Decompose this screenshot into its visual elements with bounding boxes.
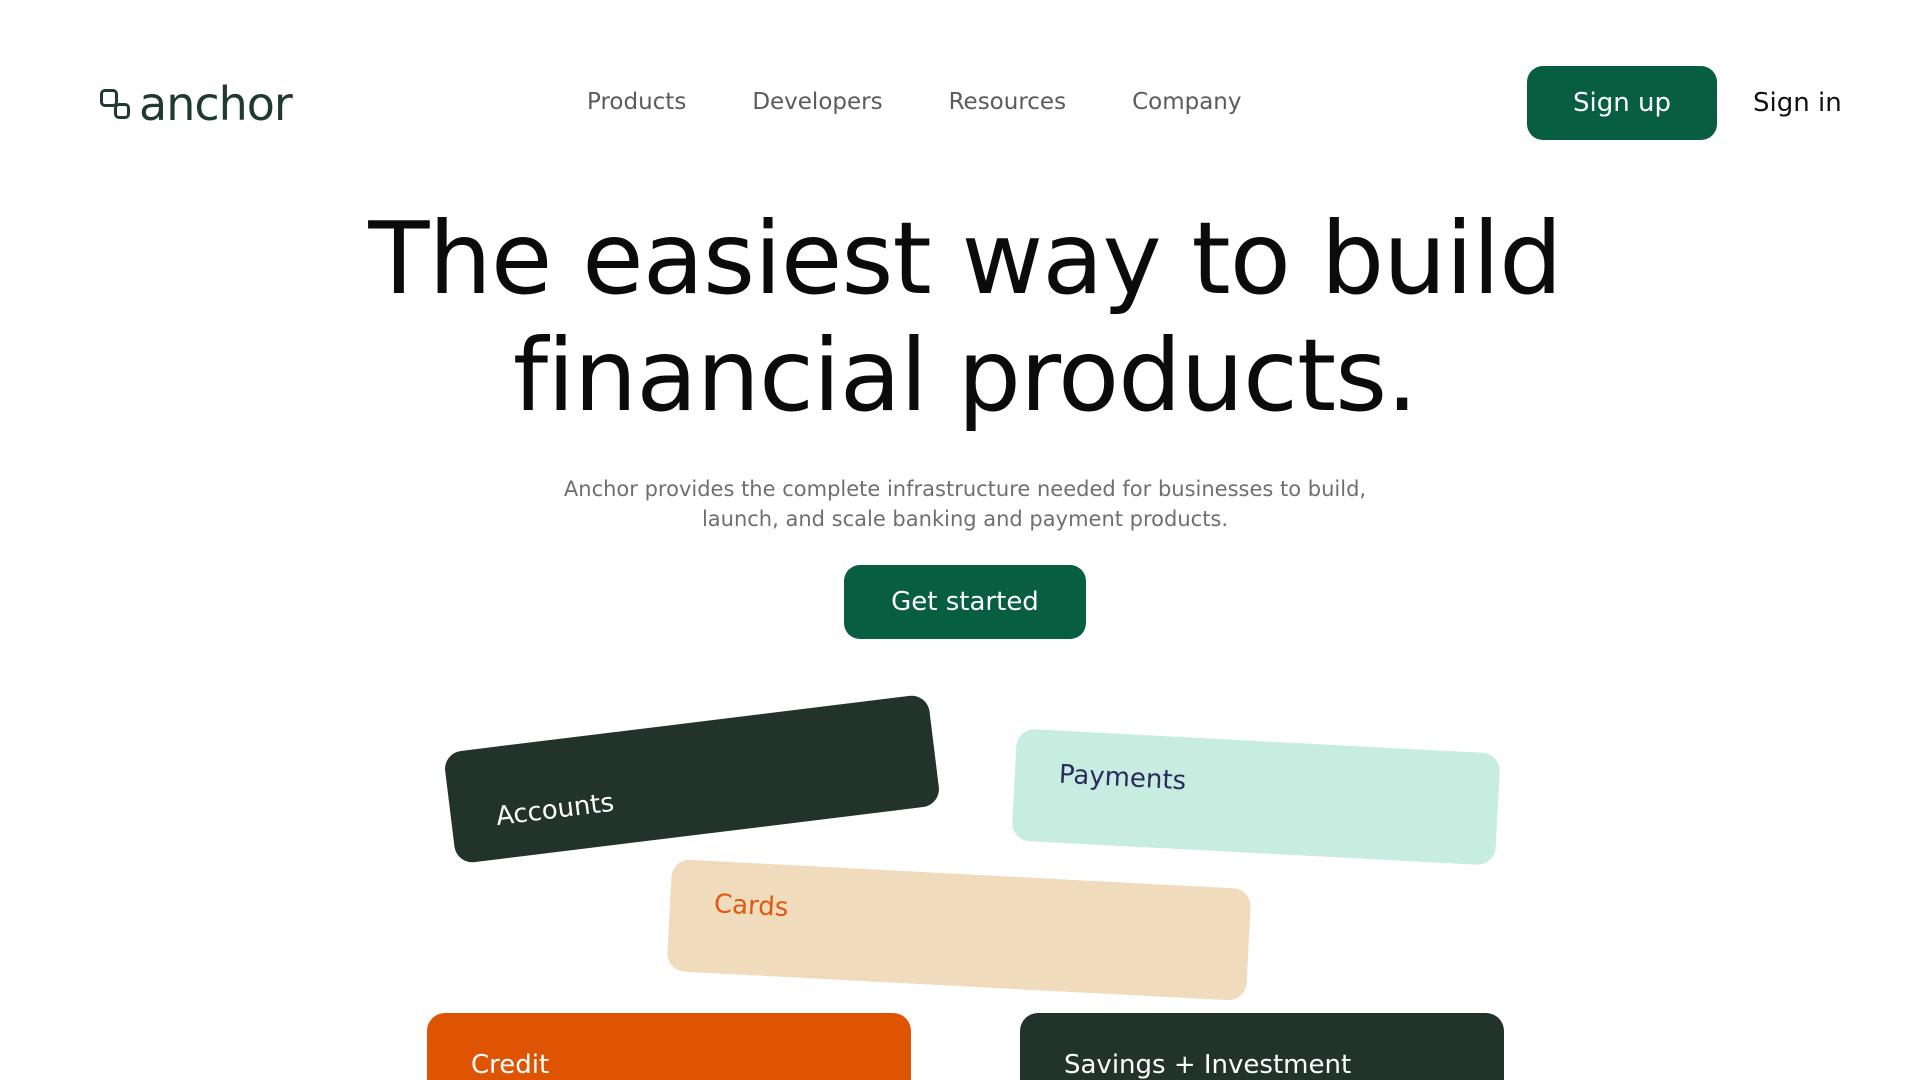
hero-subtitle: Anchor provides the complete infrastruct… <box>560 474 1370 534</box>
product-card-label: Cards <box>713 889 790 924</box>
anchor-logo-icon <box>99 86 133 122</box>
hero-title: The easiest way to build financial produ… <box>0 200 1920 434</box>
get-started-button[interactable]: Get started <box>844 565 1086 639</box>
anchor-logo[interactable]: anchor <box>99 77 293 131</box>
main-nav: Products Developers Resources Company <box>587 86 1307 118</box>
logo-wordmark: anchor <box>139 77 293 131</box>
hero-subtitle-line1: Anchor provides the complete infrastruct… <box>563 477 1367 501</box>
hero-title-line1: The easiest way to build <box>368 200 1562 317</box>
nav-item-developers[interactable]: Developers <box>752 86 882 118</box>
hero-title-line2: financial products. <box>512 317 1418 434</box>
signup-button[interactable]: Sign up <box>1527 66 1717 140</box>
product-card-credit[interactable]: Credit <box>427 1013 911 1080</box>
product-card-cards[interactable]: Cards <box>666 858 1252 1002</box>
product-card-savings-investment[interactable]: Savings + Investment <box>1020 1013 1504 1080</box>
product-card-label: Savings + Investment <box>1064 1050 1352 1080</box>
product-card-label: Payments <box>1058 759 1187 797</box>
page: anchor Products Developers Resources Com… <box>0 0 1920 1080</box>
hero-subtitle-line2: launch, and scale banking and payment pr… <box>701 507 1229 531</box>
product-card-label: Credit <box>471 1050 550 1080</box>
signin-link[interactable]: Sign in <box>1753 84 1842 122</box>
nav-item-resources[interactable]: Resources <box>949 86 1066 118</box>
product-card-label: Accounts <box>494 787 616 833</box>
product-card-payments[interactable]: Payments <box>1011 728 1501 866</box>
product-card-accounts[interactable]: Accounts <box>442 693 942 865</box>
nav-item-products[interactable]: Products <box>587 86 686 118</box>
nav-item-company[interactable]: Company <box>1132 86 1241 118</box>
